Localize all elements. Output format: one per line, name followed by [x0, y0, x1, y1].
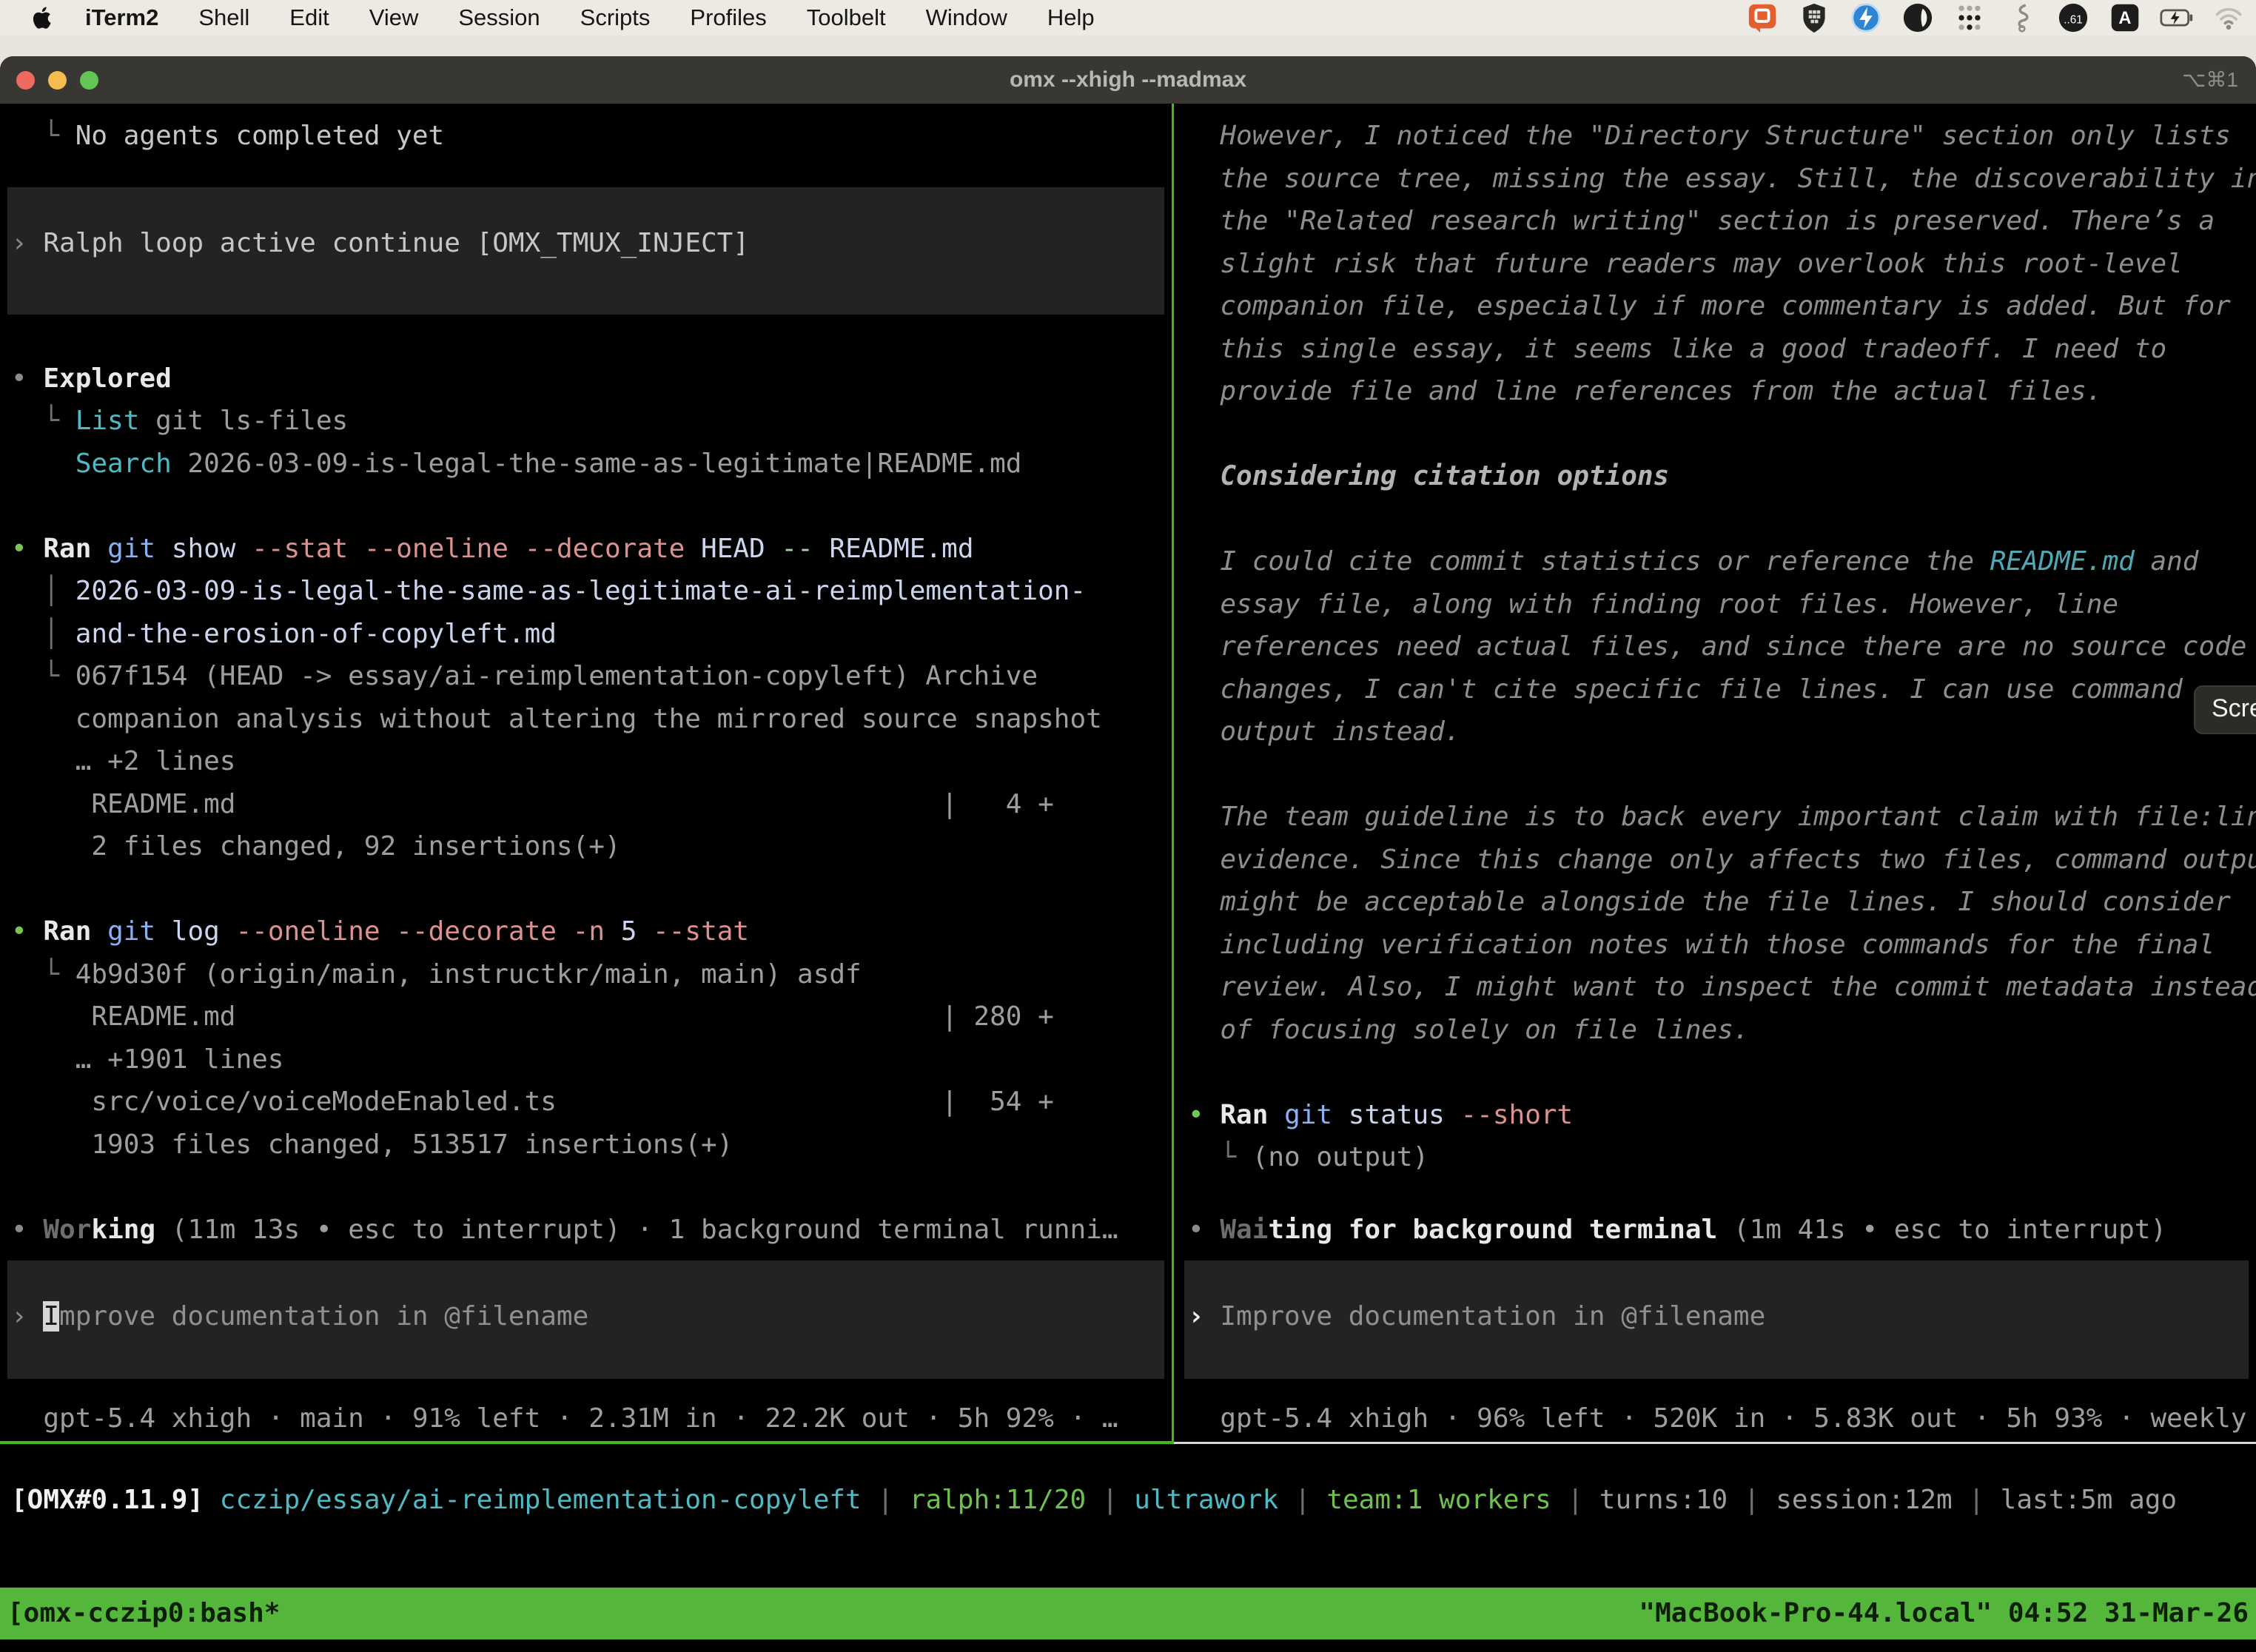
- terminal-line: the "Related research writing" section i…: [1188, 200, 2215, 242]
- terminal-line: • Ran git status --short: [1188, 1094, 1573, 1136]
- terminal-line: Considering citation options: [1188, 455, 1669, 497]
- terminal-line: output instead.: [1188, 711, 1460, 753]
- screen-tooltip: Scre: [2194, 685, 2256, 734]
- pane-bottom-border-right: [1174, 1442, 2256, 1444]
- terminal-line: › Improve documentation in @filename: [1188, 1295, 1765, 1337]
- menu-item-profiles[interactable]: Profiles: [670, 4, 786, 31]
- terminal-line: I could cite commit statistics or refere…: [1188, 540, 2198, 582]
- terminal-line: README.md | 4 +: [11, 783, 1054, 825]
- terminal-line: … +1901 lines: [11, 1038, 283, 1081]
- terminal-line: [OMX#0.11.9] cczip/essay/ai-reimplementa…: [11, 1479, 2177, 1521]
- terminal-line: └ (no output): [1188, 1136, 1429, 1178]
- terminal-line: … +2 lines: [11, 740, 235, 782]
- terminal-line: └ No agents completed yet: [11, 115, 444, 157]
- menu-item-edit[interactable]: Edit: [269, 4, 349, 31]
- terminal-line: this single essay, it seems like a good …: [1188, 328, 2166, 370]
- window-title: omx --xhigh --madmax: [0, 56, 2256, 104]
- blue-badge-icon[interactable]: [1849, 1, 1883, 35]
- dots-grid-icon[interactable]: [1953, 1, 1987, 35]
- terminal-line: └ 067f154 (HEAD -> essay/ai-reimplementa…: [11, 655, 1038, 697]
- terminal-line: companion file, especially if more comme…: [1188, 285, 2231, 327]
- terminal-line: • Ran git show --stat --oneline --decora…: [11, 528, 974, 570]
- terminal-line: │ 2026-03-09-is-legal-the-same-as-legiti…: [11, 570, 1086, 612]
- menu-item-window[interactable]: Window: [906, 4, 1027, 31]
- terminal-line: 1903 files changed, 513517 insertions(+): [11, 1124, 733, 1166]
- battery-icon[interactable]: [2160, 1, 2194, 35]
- menu-item-view[interactable]: View: [349, 4, 439, 31]
- tmux-session-name[interactable]: [omx-cczip0:bash*: [7, 1588, 280, 1639]
- terminal-line: src/voice/voiceModeEnabled.ts | 54 +: [11, 1081, 1054, 1123]
- badge-61-icon[interactable]: ..61: [2056, 1, 2090, 35]
- terminal-line: the source tree, missing the essay. Stil…: [1188, 158, 2256, 200]
- terminal-line: • Explored: [11, 357, 172, 400]
- terminal-line: └ List git ls-files: [11, 400, 348, 442]
- iterm2-window: omx --xhigh --madmax ⌥⌘1 └ No agents com…: [0, 56, 2256, 1652]
- terminal-line: 2 files changed, 92 insertions(+): [11, 825, 621, 867]
- badge-61-text: ..61: [2064, 14, 2083, 27]
- input-source-letter: A: [2118, 9, 2131, 28]
- terminal-line: slight risk that future readers may over…: [1188, 243, 2183, 285]
- terminal-line: › Ralph loop active continue [OMX_TMUX_I…: [11, 222, 749, 264]
- pane-bottom-border-left: [0, 1441, 1174, 1444]
- menu-item-shell[interactable]: Shell: [178, 4, 269, 31]
- menu-item-help[interactable]: Help: [1027, 4, 1115, 31]
- wifi-icon[interactable]: [2212, 1, 2246, 35]
- tmux-host-clock: "MacBook-Pro-44.local" 04:52 31-Mar-26: [1639, 1588, 2249, 1639]
- terminal-line: However, I noticed the "Directory Struct…: [1188, 115, 2231, 157]
- terminal-line: › Improve documentation in @filename: [11, 1295, 588, 1337]
- terminal-line: • Waiting for background terminal (1m 41…: [1188, 1209, 2166, 1251]
- terminal-line: of focusing solely on file lines.: [1188, 1009, 1750, 1051]
- terminal-line: might be acceptable alongside the file l…: [1188, 881, 2231, 923]
- terminal-line: essay file, along with finding root file…: [1188, 583, 2118, 625]
- terminal-line: provide file and line references from th…: [1188, 370, 2102, 412]
- terminal-line: • Working (11m 13s • esc to interrupt) ·…: [11, 1209, 1118, 1251]
- terminal-line: including verification notes with those …: [1188, 924, 2215, 966]
- menu-item-toolbelt[interactable]: Toolbelt: [787, 4, 906, 31]
- apple-menu-icon[interactable]: [33, 3, 58, 33]
- terminal-line: README.md | 280 +: [11, 995, 1054, 1038]
- terminal-line: │ and-the-erosion-of-copyleft.md: [11, 613, 557, 655]
- terminal-line: companion analysis without altering the …: [11, 698, 1102, 740]
- moon-circle-icon[interactable]: [1901, 1, 1935, 35]
- input-source-icon[interactable]: A: [2108, 1, 2142, 35]
- terminal-line: • Ran git log --oneline --decorate -n 5 …: [11, 910, 749, 953]
- squiggle-icon[interactable]: [2004, 1, 2038, 35]
- terminal-line: references need actual files, and since …: [1188, 625, 2246, 668]
- terminal-content[interactable]: └ No agents completed yet › Ralph loop ac…: [0, 104, 2256, 1652]
- terminal-line: Search 2026-03-09-is-legal-the-same-as-l…: [11, 443, 1021, 485]
- terminal-line: └ 4b9d30f (origin/main, instructkr/main,…: [11, 953, 862, 995]
- terminal-line: evidence. Since this change only affects…: [1188, 839, 2256, 881]
- terminal-line: review. Also, I might want to inspect th…: [1188, 966, 2256, 1008]
- terminal-line: gpt-5.4 xhigh · main · 91% left · 2.31M …: [11, 1397, 1118, 1440]
- menu-items: iTerm2ShellEditViewSessionScriptsProfile…: [65, 4, 1115, 31]
- shield-grid-icon[interactable]: [1797, 1, 1831, 35]
- tmux-status-bar: [omx-cczip0:bash* "MacBook-Pro-44.local"…: [0, 1588, 2256, 1639]
- window-titlebar[interactable]: omx --xhigh --madmax ⌥⌘1: [0, 56, 2256, 104]
- terminal-line: The team guideline is to back every impo…: [1188, 796, 2256, 838]
- terminal-line: gpt-5.4 xhigh · 96% left · 520K in · 5.8…: [1188, 1397, 2256, 1440]
- menu-item-scripts[interactable]: Scripts: [560, 4, 671, 31]
- menu-item-iterm2[interactable]: iTerm2: [65, 4, 178, 31]
- chat-icon[interactable]: [1745, 1, 1779, 35]
- terminal-line: changes, I can't cite specific file line…: [1188, 668, 2183, 711]
- pane-divider[interactable]: [1172, 104, 1174, 1443]
- window-shortcut-badge: ⌥⌘1: [2182, 56, 2238, 104]
- menu-bar: iTerm2ShellEditViewSessionScriptsProfile…: [0, 0, 2256, 36]
- menu-item-session[interactable]: Session: [438, 4, 560, 31]
